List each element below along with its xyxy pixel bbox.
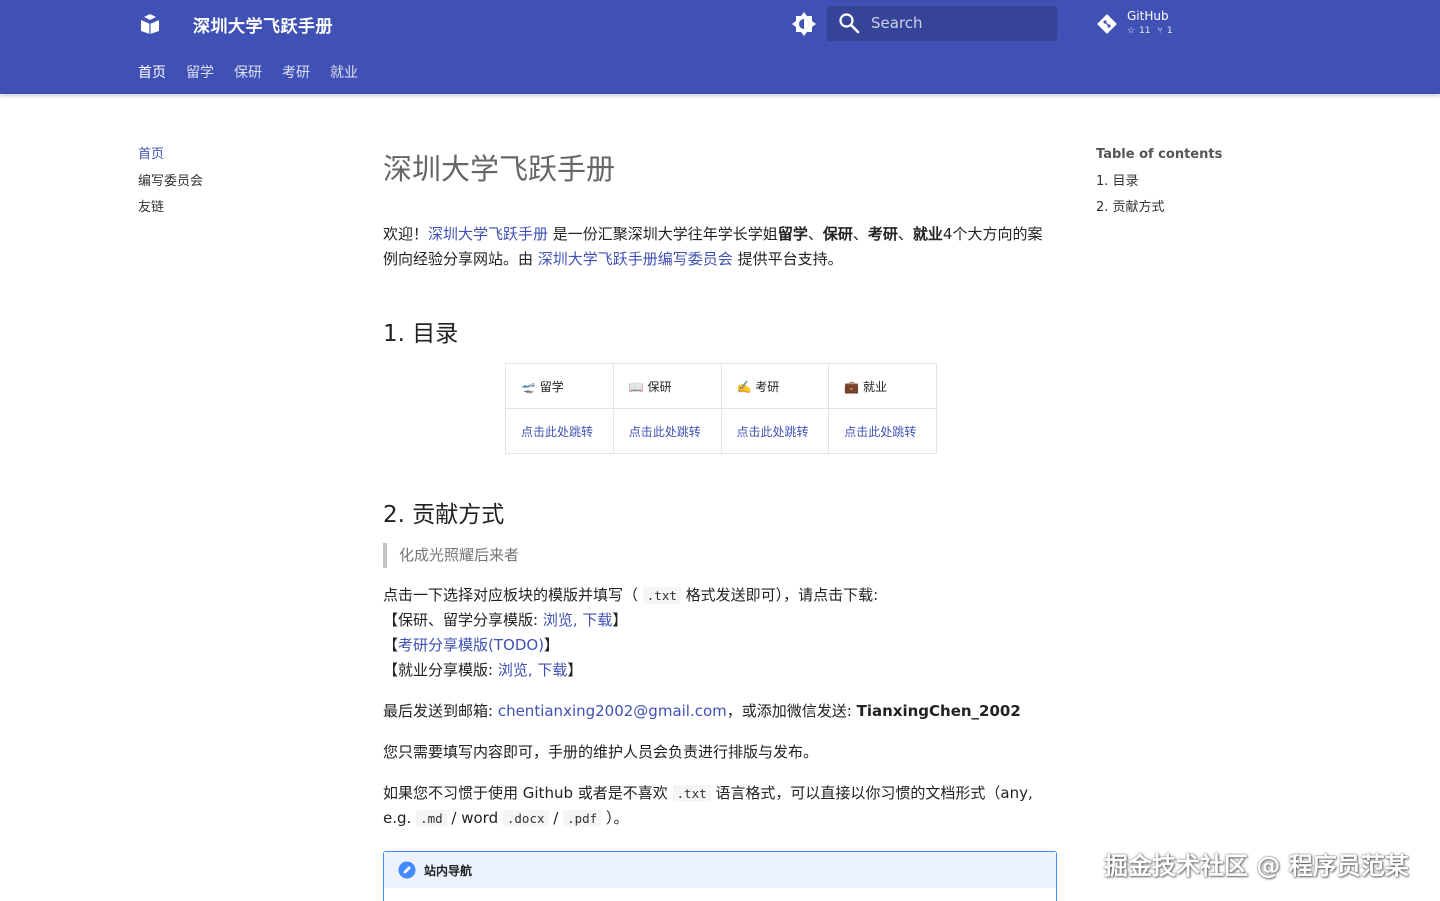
toc-title: Table of contents	[1096, 147, 1223, 162]
watermark: 掘金技术社区 @ 程序员范某	[1104, 852, 1409, 880]
intro-sep: 、	[807, 225, 823, 243]
intro-bold: 留学	[777, 225, 808, 243]
contribution-paragraph: 点击一下选择对应板块的模版并填写（ .txt 格式发送即可），请点击下载: 【保…	[383, 583, 1057, 683]
left-navigation: 首页 编写委员会 友链	[138, 146, 203, 226]
brightness-toggle-icon[interactable]	[791, 11, 817, 37]
section-directory-title: 1. 目录	[383, 321, 459, 347]
text: ）。	[601, 809, 629, 827]
contribution-line: 【保研、留学分享模版: 浏览, 下载】	[383, 608, 1057, 633]
text: 格式发送即可），请点击下载:	[680, 586, 879, 604]
search-icon	[839, 13, 860, 34]
inline-code: .docx	[502, 810, 549, 827]
site-navigation-admonition: 站内导航	[383, 851, 1057, 901]
text: 【就业分享模版:	[383, 661, 498, 679]
view-template-link[interactable]: 浏览	[543, 611, 573, 629]
toc-item-directory[interactable]: 1. 目录	[1096, 173, 1222, 199]
recommendation-jump-link[interactable]: 点击此处跳转	[612, 408, 722, 454]
text: / word	[446, 809, 503, 827]
tab-postgrad-recommendation[interactable]: 保研	[234, 62, 262, 82]
text: ,	[572, 611, 583, 629]
note-paragraph: 您只需要填写内容即可，手册的维护人员会负责进行排版与发布。	[383, 743, 819, 761]
nav-item-home[interactable]: 首页	[138, 146, 203, 173]
github-repo-link[interactable]: GitHub ☆ 11 ⑂ 1	[1096, 8, 1206, 42]
text: 【	[383, 636, 399, 654]
search-input[interactable]	[827, 6, 1057, 41]
star-count: 11	[1139, 26, 1151, 36]
intro-bold: 保研	[822, 225, 853, 243]
inline-code: .txt	[642, 587, 681, 604]
intro-text: 提供平台支持。	[732, 250, 843, 268]
admonition-title: 站内导航	[424, 864, 473, 878]
intro-text: 是一份汇聚深圳大学往年学长学姐	[548, 225, 778, 243]
nav-item-committee[interactable]: 编写委员会	[138, 173, 203, 200]
top-header: 深圳大学飞跃手册 Search GitHub ☆ 11 ⑂ 1 首页 留学 保研 考研 就业	[0, 0, 1440, 94]
intro-bold: 考研	[867, 225, 898, 243]
intro-sep: 、	[897, 225, 913, 243]
text: 如果您不习惯于使用 Github 或者是不喜欢	[383, 784, 673, 802]
tab-home[interactable]: 首页	[138, 62, 166, 82]
section-contribution-title: 2. 贡献方式	[383, 502, 505, 528]
table-of-contents: Table of contents 1. 目录 2. 贡献方式	[1096, 146, 1222, 225]
text: ，或添加微信发送:	[726, 702, 857, 720]
text: /	[548, 809, 564, 827]
tab-postgrad-exam[interactable]: 考研	[282, 62, 310, 82]
text: 】	[567, 661, 583, 679]
git-icon	[1097, 14, 1117, 34]
table-header-cell: ✍️ 考研	[720, 363, 830, 409]
repo-stats: ☆ 11 ⑂ 1	[1127, 26, 1177, 36]
table-header-cell: 🛫 留学	[505, 363, 614, 409]
search-placeholder[interactable]: Search	[871, 14, 923, 32]
wechat-id: TianxingChen_2002	[856, 702, 1021, 720]
contribution-line: 点击一下选择对应板块的模版并填写（ .txt 格式发送即可），请点击下载:	[383, 583, 1057, 608]
committee-link[interactable]: 深圳大学飞跃手册编写委员会	[538, 250, 733, 268]
format-paragraph: 如果您不习惯于使用 Github 或者是不喜欢 .txt 语言格式，可以直接以你…	[383, 781, 1057, 831]
site-title[interactable]: 深圳大学飞跃手册	[193, 12, 333, 37]
download-employment-template-link[interactable]: 下载	[537, 661, 567, 679]
table-header-cell: 💼 就业	[828, 363, 937, 409]
table-row: 点击此处跳转 点击此处跳转 点击此处跳转 点击此处跳转	[505, 408, 937, 454]
fork-count: 1	[1166, 26, 1173, 36]
intro-sep: 、	[852, 225, 868, 243]
admonition-header[interactable]: 站内导航	[384, 852, 1056, 888]
book-logo-icon[interactable]	[138, 11, 162, 35]
text: ,	[527, 661, 538, 679]
directory-table: 🛫 留学 📖 保研 ✍️ 考研 💼 就业 点击此处跳转 点击此处跳转 点击此处跳…	[505, 363, 937, 454]
view-employment-template-link[interactable]: 浏览	[498, 661, 528, 679]
employment-jump-link[interactable]: 点击此处跳转	[828, 408, 937, 454]
text: 】	[544, 636, 560, 654]
exam-jump-link[interactable]: 点击此处跳转	[720, 408, 830, 454]
contribution-line: 【就业分享模版: 浏览, 下载】	[383, 658, 1057, 683]
email-paragraph: 最后发送到邮箱: chentianxing2002@gmail.com，或添加微…	[383, 699, 1057, 724]
table-header-cell: 📖 保研	[612, 363, 722, 409]
tab-study-abroad[interactable]: 留学	[186, 62, 214, 82]
fork-icon: ⑂	[1157, 26, 1163, 36]
handbook-link[interactable]: 深圳大学飞跃手册	[428, 225, 548, 243]
text: 点击一下选择对应板块的模版并填写（	[383, 586, 643, 604]
table-row: 🛫 留学 📖 保研 ✍️ 考研 💼 就业	[505, 363, 937, 409]
blockquote: 化成光照耀后来者	[383, 543, 519, 568]
text: 最后发送到邮箱:	[383, 702, 498, 720]
pencil-icon	[398, 861, 416, 879]
text: 【保研、留学分享模版:	[383, 611, 543, 629]
download-template-link[interactable]: 下载	[582, 611, 612, 629]
tab-employment[interactable]: 就业	[330, 62, 358, 82]
intro-bold: 就业	[912, 225, 943, 243]
inline-code: .txt	[672, 785, 711, 802]
contribution-line: 【考研分享模版(TODO)】	[383, 633, 1057, 658]
nav-item-links[interactable]: 友链	[138, 199, 203, 226]
email-link[interactable]: chentianxing2002@gmail.com	[498, 702, 727, 720]
star-icon: ☆	[1127, 26, 1136, 36]
exam-template-link[interactable]: 考研分享模版(TODO)	[398, 636, 544, 654]
inline-code: .pdf	[563, 810, 602, 827]
header-tabs: 首页 留学 保研 考研 就业	[138, 62, 378, 82]
page-title: 深圳大学飞跃手册	[383, 152, 616, 186]
repo-name: GitHub	[1127, 9, 1169, 23]
study-abroad-jump-link[interactable]: 点击此处跳转	[505, 408, 614, 454]
toc-item-contribution[interactable]: 2. 贡献方式	[1096, 199, 1222, 225]
inline-code: .md	[416, 810, 447, 827]
intro-paragraph: 欢迎！深圳大学飞跃手册 是一份汇聚深圳大学往年学长学姐留学、保研、考研、就业4个…	[383, 222, 1057, 272]
intro-text: 欢迎！	[383, 225, 429, 243]
text: 】	[612, 611, 628, 629]
